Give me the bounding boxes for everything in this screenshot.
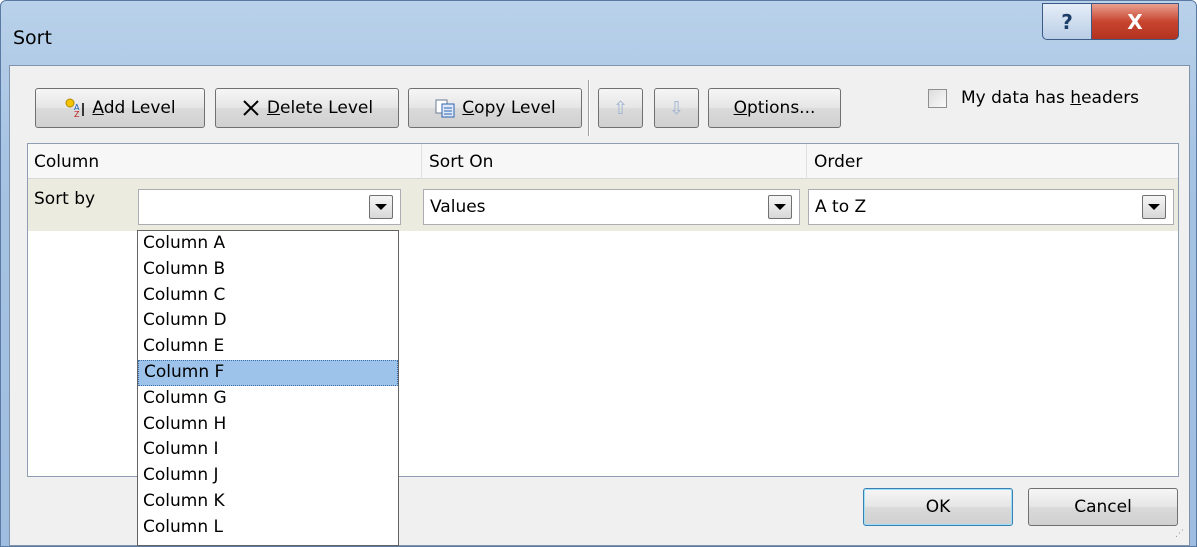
delete-x-icon [241,98,261,118]
delete-level-button[interactable]: Delete Level [215,88,399,128]
grid-header: Column Sort On Order [28,144,1178,179]
list-item[interactable]: Column K [138,489,398,515]
order-combobox[interactable]: A to Z [808,189,1174,225]
copy-icon [434,98,456,118]
help-button[interactable]: ? [1042,3,1092,40]
list-item[interactable]: Column C [138,283,398,309]
add-level-label: dd Level [103,98,176,118]
close-button[interactable]: X [1091,3,1179,40]
delete-level-label: elete Level [280,98,374,118]
list-item[interactable]: Column J [138,463,398,489]
copy-level-button[interactable]: Copy Level [408,88,582,128]
arrow-up-icon: ⇧ [612,97,629,119]
dialog-title: Sort [13,27,52,49]
headers-label-pre: My data has [961,88,1071,108]
copy-level-accel: C [462,98,475,118]
list-item[interactable]: Column L [138,515,398,541]
order-combobox-value: A to Z [815,197,867,217]
cancel-button[interactable]: Cancel [1028,488,1178,526]
list-item-selected[interactable]: Column F [138,359,398,386]
headers-checkbox-label: My data has headers [961,88,1139,108]
column-combobox[interactable] [138,189,401,225]
delete-level-accel: D [266,98,281,118]
column-dropdown-list[interactable]: Column A Column B Column C Column D Colu… [137,230,399,546]
options-accel: O [733,98,747,118]
sort-by-label: Sort by [34,189,96,209]
header-divider [806,144,807,179]
list-item[interactable]: Column D [138,308,398,334]
move-down-button[interactable]: ⇩ [654,88,699,128]
copy-level-label: opy Level [474,98,556,118]
sort-dialog: Sort ? X A Z Add Level Delete Level Copy… [0,0,1197,547]
list-item[interactable]: Column H [138,412,398,438]
sort-on-combobox-value: Values [430,197,486,217]
toolbar-separator [588,80,590,136]
chevron-down-icon[interactable] [1142,195,1166,219]
arrow-down-icon: ⇩ [668,97,685,119]
resize-grip-icon[interactable]: ⋰ [1175,530,1187,543]
headers-checkbox-group[interactable]: My data has headers [928,88,1139,108]
header-sort-on: Sort On [429,152,494,172]
list-item[interactable]: Column I [138,437,398,463]
headers-checkbox[interactable] [928,88,947,108]
header-order: Order [814,152,863,172]
sort-az-icon: A Z [64,98,86,118]
list-item[interactable]: Column A [138,231,398,257]
header-column: Column [34,152,100,172]
header-divider [421,144,422,179]
headers-label-accel: h [1070,88,1082,108]
list-item[interactable]: Column B [138,257,398,283]
list-item[interactable]: Column E [138,334,398,360]
sort-on-combobox[interactable]: Values [423,189,800,225]
chevron-down-icon[interactable] [768,195,792,219]
add-level-button[interactable]: A Z Add Level [35,88,205,128]
svg-text:Z: Z [74,110,80,118]
headers-label-post: eaders [1081,88,1140,108]
add-level-accel: A [92,98,104,118]
move-up-button[interactable]: ⇧ [598,88,643,128]
ok-button[interactable]: OK [863,488,1013,526]
chevron-down-icon[interactable] [369,195,393,219]
options-label: ptions... [746,98,816,118]
options-button[interactable]: Options... [708,88,841,128]
list-item[interactable]: Column G [138,386,398,412]
title-bar[interactable]: Sort ? X [1,1,1196,61]
